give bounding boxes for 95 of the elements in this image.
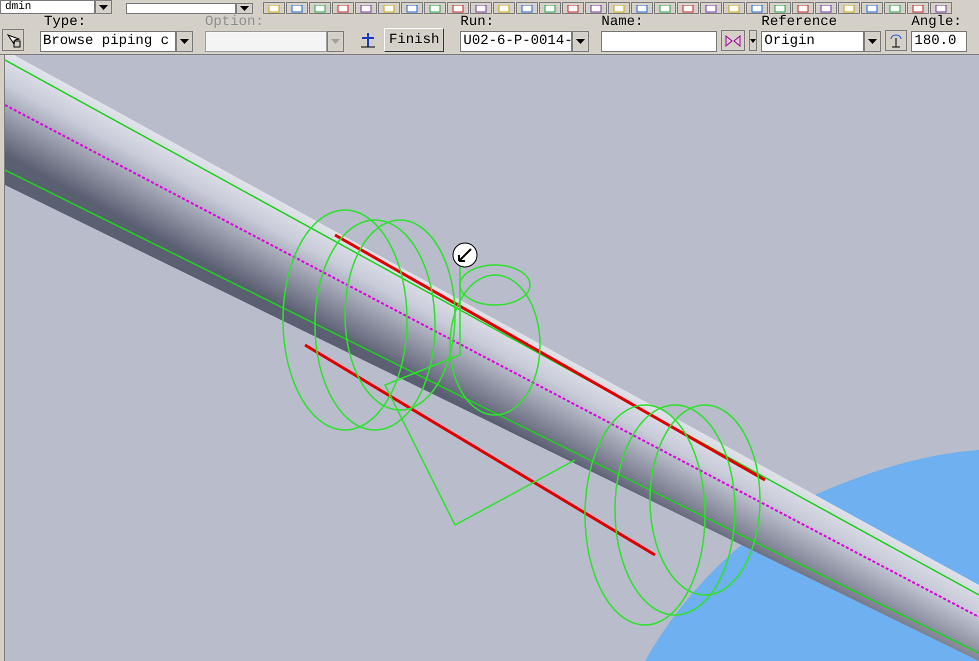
toolbar-button[interactable] xyxy=(309,2,331,14)
type-field[interactable]: Browse piping c xyxy=(40,31,176,52)
toolbar-button[interactable] xyxy=(539,2,561,14)
toolbar-button[interactable] xyxy=(700,2,722,14)
toolbar-button[interactable] xyxy=(332,2,354,14)
toolbar-button[interactable] xyxy=(263,2,285,14)
caret-icon xyxy=(868,39,878,44)
angle-label: Angle: xyxy=(911,13,963,31)
toolbar-button[interactable] xyxy=(355,2,377,14)
tool-icon xyxy=(589,5,603,13)
tool-icon xyxy=(520,5,534,13)
tool-icon xyxy=(405,5,419,13)
tool-icon xyxy=(888,5,902,13)
caret-icon xyxy=(180,39,189,44)
tool-icon xyxy=(658,5,672,13)
tool-icon xyxy=(497,5,511,13)
tool-icon xyxy=(267,5,281,13)
pointer-icon xyxy=(452,242,478,268)
mirror-button[interactable] xyxy=(721,30,746,51)
toolbar-button[interactable] xyxy=(562,2,584,14)
toolbar-button[interactable] xyxy=(884,2,906,14)
tool-icon xyxy=(474,5,488,13)
toolbar-button[interactable] xyxy=(769,2,791,14)
rotate-button[interactable] xyxy=(885,30,908,51)
toolbar-button[interactable] xyxy=(378,2,400,14)
toolbar-button[interactable] xyxy=(838,2,860,14)
rotate-icon xyxy=(889,34,904,48)
toolbar-combo[interactable] xyxy=(126,3,236,14)
tool-icon xyxy=(336,5,350,13)
tool-icon xyxy=(543,5,557,13)
tool-icon xyxy=(382,5,396,13)
align-icon xyxy=(359,32,377,48)
dropdown-button[interactable] xyxy=(236,3,253,14)
tool-icon xyxy=(313,5,327,13)
toolbar-combo[interactable]: dmin xyxy=(0,0,95,14)
tool-icon xyxy=(750,5,764,13)
toolbar-button[interactable] xyxy=(424,2,446,14)
caret-icon xyxy=(240,6,249,11)
toolbar-button[interactable] xyxy=(608,2,630,14)
name-label: Name: xyxy=(601,13,644,31)
toolbar-button[interactable] xyxy=(677,2,699,14)
toolbar-button[interactable] xyxy=(286,2,308,14)
toolbar-button[interactable] xyxy=(585,2,607,14)
finish-button[interactable]: Finish xyxy=(384,28,444,52)
name-field[interactable] xyxy=(601,31,718,52)
toolbar-button[interactable] xyxy=(861,2,883,14)
tool-icon xyxy=(612,5,626,13)
tool-icon xyxy=(635,5,649,13)
tool-icon xyxy=(428,5,442,13)
toolbar-button[interactable] xyxy=(493,2,515,14)
caret-icon xyxy=(99,4,108,10)
tool-icon xyxy=(290,5,304,13)
tool-icon xyxy=(681,5,695,13)
tool-icon xyxy=(934,5,948,13)
toolbar-button[interactable] xyxy=(401,2,423,14)
toolbar-button[interactable] xyxy=(907,2,929,14)
dropdown-button[interactable] xyxy=(95,0,112,14)
caret-icon xyxy=(331,39,340,44)
toolbar-button[interactable] xyxy=(723,2,745,14)
toolbar-button[interactable] xyxy=(930,2,952,14)
combo-value: dmin xyxy=(5,1,32,13)
mirror-icon xyxy=(725,34,742,46)
toolbar-button[interactable] xyxy=(516,2,538,14)
dropdown-button[interactable] xyxy=(864,31,882,52)
tool-icon xyxy=(727,5,741,13)
tool-icon xyxy=(842,5,856,13)
caret-icon xyxy=(750,38,756,42)
cursor-icon xyxy=(5,32,21,48)
tool-icon xyxy=(451,5,465,13)
tool-icon xyxy=(566,5,580,13)
run-field[interactable]: U02-6-P-0014- xyxy=(460,31,572,52)
tool-icon xyxy=(704,5,718,13)
toolbar-button[interactable] xyxy=(654,2,676,14)
tool-icon xyxy=(796,5,810,13)
reference-field[interactable]: Origin xyxy=(761,31,864,52)
toolbar-button[interactable] xyxy=(815,2,837,14)
dropdown-button[interactable] xyxy=(572,31,590,52)
caret-icon xyxy=(576,39,586,44)
toolbar-button[interactable] xyxy=(746,2,768,14)
tool-icon xyxy=(359,5,373,13)
type-label: Type: xyxy=(43,13,88,31)
tool-icon xyxy=(773,5,787,13)
toolbar-button[interactable] xyxy=(447,2,469,14)
toolbar-button[interactable] xyxy=(792,2,814,14)
run-label: Run: xyxy=(460,13,496,31)
dropdown-button[interactable] xyxy=(176,31,193,52)
angle-field[interactable]: 180.0 xyxy=(911,31,968,52)
tool-icon xyxy=(819,5,833,13)
tool-icon xyxy=(911,5,925,13)
reference-label: Reference xyxy=(761,13,838,31)
toolbar-button[interactable] xyxy=(631,2,653,14)
option-label: Option: xyxy=(205,13,265,31)
tool-icon xyxy=(865,5,879,13)
select-tool-button[interactable] xyxy=(2,29,24,51)
toolbar-button[interactable] xyxy=(470,2,492,14)
